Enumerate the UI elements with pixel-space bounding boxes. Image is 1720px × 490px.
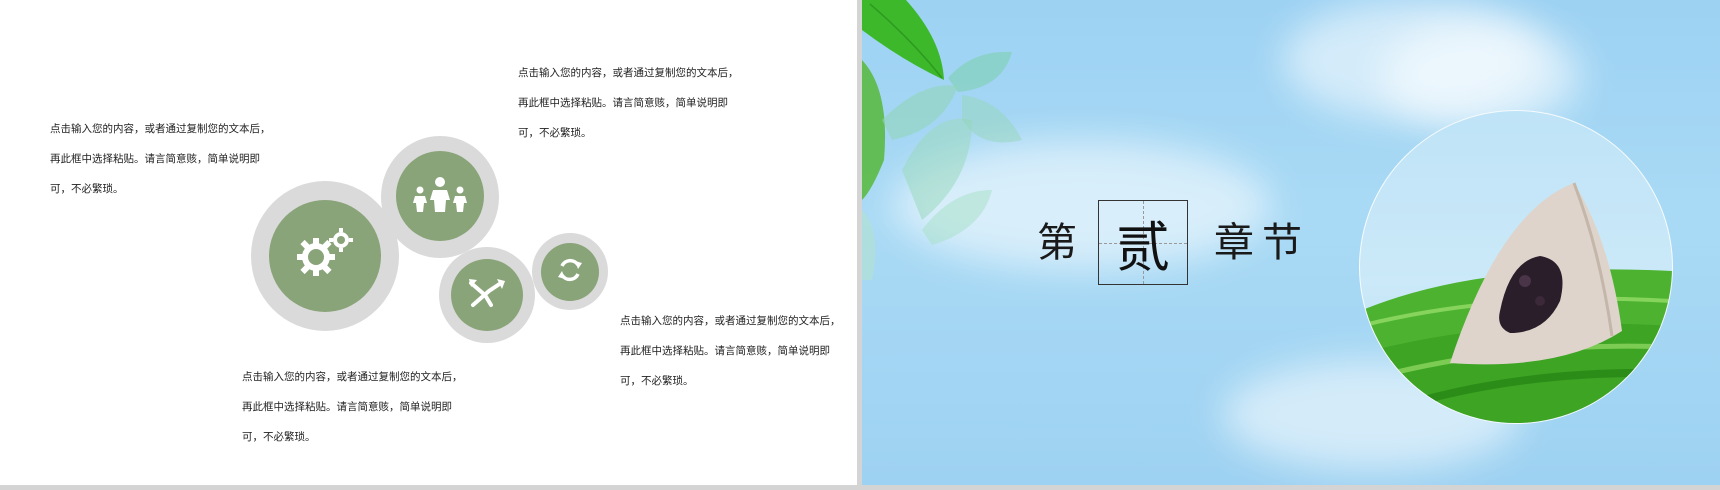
- text-line: 再此框中选择粘贴。请言简意赅，简单说明即: [50, 153, 260, 165]
- text-line: 点击输入您的内容，或者通过复制您的文本后，: [242, 371, 463, 383]
- text-line: 再此框中选择粘贴。请言简意赅，简单说明即: [518, 97, 728, 109]
- crossing-arrows-icon: [467, 277, 507, 313]
- zongzi-photo: [1359, 110, 1673, 424]
- family-icon: [411, 176, 469, 216]
- title-char-1: 第: [1037, 220, 1077, 266]
- family-circle[interactable]: [396, 151, 484, 241]
- text-line: 可，不必繁琐。: [620, 375, 694, 387]
- text-block-3[interactable]: 点击输入您的内容，或者通过复制您的文本后， 再此框中选择粘贴。请言简意赅，简单说…: [620, 306, 841, 396]
- slide-right[interactable]: 第 贰 章 节: [862, 0, 1720, 485]
- text-line: 再此框中选择粘贴。请言简意赅，简单说明即: [620, 345, 830, 357]
- text-line: 可，不必繁琐。: [50, 183, 124, 195]
- refresh-circle[interactable]: [541, 243, 599, 301]
- leaves-decoration: [862, 0, 1022, 280]
- text-block-2[interactable]: 点击输入您的内容，或者通过复制您的文本后， 再此框中选择粘贴。请言简意赅，简单说…: [518, 58, 739, 148]
- slide-left[interactable]: 点击输入您的内容，或者通过复制您的文本后， 再此框中选择粘贴。请言简意赅，简单说…: [0, 0, 857, 485]
- text-line: 可，不必繁琐。: [242, 431, 316, 443]
- text-line: 点击输入您的内容，或者通过复制您的文本后，: [50, 123, 271, 135]
- text-block-1[interactable]: 点击输入您的内容，或者通过复制您的文本后， 再此框中选择粘贴。请言简意赅，简单说…: [50, 114, 271, 204]
- gears-circle[interactable]: [269, 200, 381, 312]
- title-char-4: 节: [1262, 220, 1302, 266]
- gears-icon: [294, 227, 356, 285]
- hero-char: 贰: [1116, 216, 1170, 279]
- text-block-4[interactable]: 点击输入您的内容，或者通过复制您的文本后， 再此框中选择粘贴。请言简意赅，简单说…: [242, 362, 463, 452]
- arrows-circle[interactable]: [451, 259, 523, 331]
- text-line: 点击输入您的内容，或者通过复制您的文本后，: [518, 67, 739, 79]
- text-line: 点击输入您的内容，或者通过复制您的文本后，: [620, 315, 841, 327]
- title-char-3: 章: [1214, 220, 1254, 266]
- hero-char-box: 贰: [1098, 200, 1188, 285]
- text-line: 可，不必繁琐。: [518, 127, 592, 139]
- text-line: 再此框中选择粘贴。请言简意赅，简单说明即: [242, 401, 452, 413]
- refresh-icon: [555, 255, 585, 289]
